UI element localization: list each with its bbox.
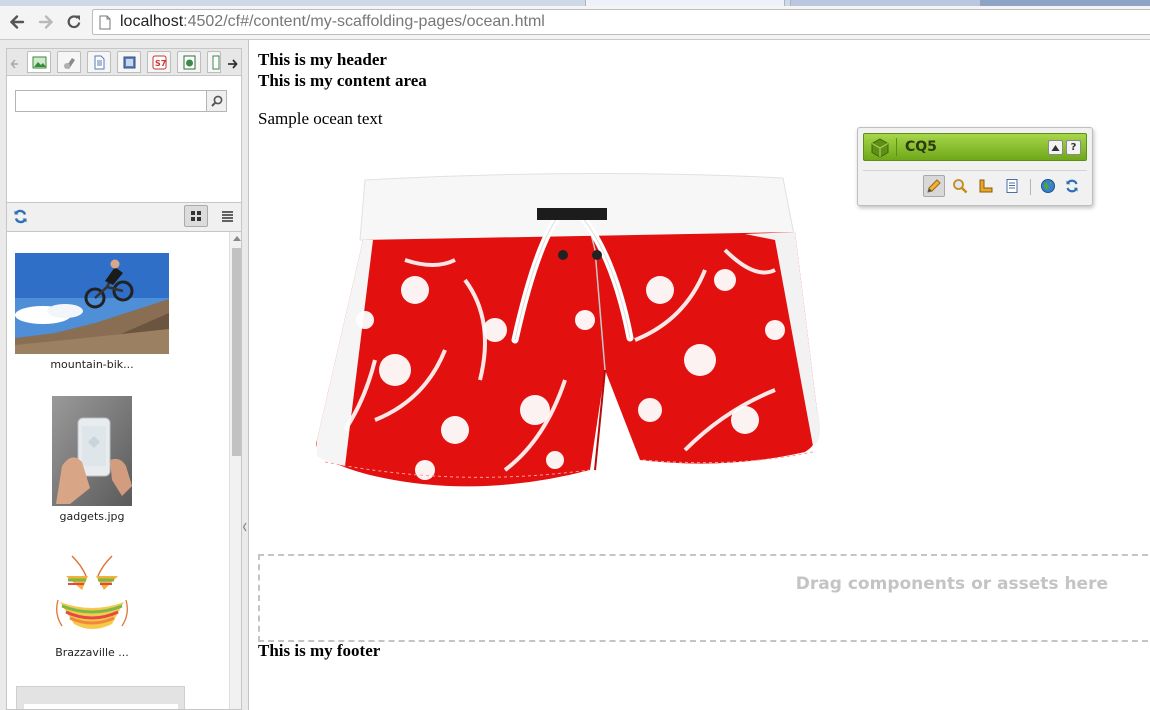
refresh-button[interactable]	[12, 208, 29, 229]
website-admin-button[interactable]	[1037, 175, 1059, 197]
gadgets-thumbnail	[52, 396, 132, 506]
search-icon	[210, 95, 222, 107]
asset-item[interactable]: gadgets.jpg	[7, 396, 177, 523]
url-text: localhost:4502/cf#/content/my-scaffoldin…	[120, 13, 545, 30]
board-shorts-thumbnail	[23, 704, 178, 709]
asset-list-scrollbar[interactable]	[229, 232, 241, 709]
sidekick-title: CQ5	[905, 139, 937, 155]
asset-caption: mountain-bik...	[50, 358, 134, 371]
ruler-icon	[979, 179, 993, 193]
address-bar[interactable]: localhost:4502/cf#/content/my-scaffoldin…	[92, 9, 1150, 35]
pages-icon	[183, 55, 196, 70]
header-divider	[896, 138, 897, 156]
asset-caption: gadgets.jpg	[59, 510, 125, 523]
film-icon	[123, 56, 136, 69]
page-properties-button[interactable]	[1001, 175, 1023, 197]
panel-collapse-handle[interactable]	[242, 518, 247, 532]
list-icon	[221, 211, 233, 222]
search-area	[6, 76, 242, 203]
arrow-right-icon	[228, 59, 238, 69]
grid-view-button[interactable]	[184, 205, 208, 227]
svg-text:S7: S7	[155, 59, 166, 68]
page-icon	[99, 15, 111, 30]
image-icon	[32, 56, 47, 69]
content-finder-panel: S7 mountain-bik... gadgets.jpg Brazzavil…	[0, 40, 249, 710]
view-toolbar	[6, 203, 242, 231]
reload-icon	[67, 15, 81, 29]
page-header: This is my header	[258, 50, 387, 69]
collapse-up-icon	[1051, 145, 1060, 151]
forward-arrow-icon	[38, 15, 54, 29]
asset-item[interactable]: mountain-bik...	[7, 253, 177, 371]
globe-icon	[1041, 179, 1055, 193]
collapse-arrow-icon	[242, 522, 247, 532]
sidekick-header[interactable]: CQ5 ?	[863, 133, 1087, 161]
grid-icon	[191, 211, 201, 221]
components-icon	[64, 58, 75, 69]
magnifier-icon	[953, 179, 968, 194]
design-mode-button[interactable]	[975, 175, 997, 197]
asset-item[interactable]: Brazzaville ...	[7, 552, 177, 659]
cq5-cube-icon	[871, 138, 889, 158]
tab-movies[interactable]	[117, 51, 141, 73]
mountain-bike-thumbnail	[15, 253, 169, 354]
tab-flash[interactable]: S7	[147, 51, 171, 73]
asset-item-selected[interactable]	[16, 686, 185, 709]
scrollbar-thumb[interactable]	[232, 248, 241, 456]
tab-more[interactable]	[207, 51, 221, 73]
back-arrow-icon	[9, 15, 25, 29]
content-area-heading: This is my content area	[258, 71, 427, 90]
page-footer: This is my footer	[258, 641, 381, 660]
scroll-tabs-left-button[interactable]	[10, 55, 20, 74]
document-icon	[94, 55, 105, 70]
board-shorts-image[interactable]	[305, 170, 870, 515]
browser-toolbar: localhost:4502/cf#/content/my-scaffoldin…	[0, 6, 1150, 40]
asset-caption: Brazzaville ...	[55, 646, 129, 659]
tab-pages[interactable]	[177, 51, 201, 73]
content-finder-tabs: S7	[6, 48, 242, 76]
cq5-sidekick[interactable]: CQ5 ?	[857, 127, 1093, 206]
page-properties-icon	[1006, 179, 1018, 193]
component-dropzone[interactable]: Drag components or assets here	[258, 554, 1150, 642]
collapse-button[interactable]	[1048, 140, 1063, 155]
page-icon	[212, 55, 220, 70]
flash-icon: S7	[152, 55, 167, 70]
edit-mode-button[interactable]	[923, 175, 945, 197]
refresh-icon	[1066, 179, 1078, 193]
arrow-left-icon	[10, 59, 18, 69]
ocean-text: Sample ocean text	[258, 109, 383, 128]
sidekick-toolbar	[863, 170, 1087, 200]
tab-components[interactable]	[57, 51, 81, 73]
pencil-icon	[927, 179, 941, 193]
tab-images[interactable]	[27, 51, 51, 73]
back-button[interactable]	[6, 11, 28, 33]
forward-button[interactable]	[35, 11, 57, 33]
preview-mode-button[interactable]	[949, 175, 971, 197]
help-button[interactable]: ?	[1066, 140, 1081, 155]
tab-documents[interactable]	[87, 51, 111, 73]
search-input[interactable]	[15, 90, 207, 112]
refresh-page-button[interactable]	[1061, 175, 1083, 197]
refresh-icon	[14, 209, 27, 224]
dropzone-hint: Drag components or assets here	[795, 574, 1108, 594]
reload-button[interactable]	[63, 11, 85, 33]
toolbar-separator	[1030, 179, 1031, 195]
list-view-button[interactable]	[215, 205, 239, 227]
scroll-tabs-right-button[interactable]	[226, 55, 238, 74]
search-button[interactable]	[207, 90, 227, 112]
bikini-thumbnail	[56, 555, 128, 629]
scroll-up-arrow[interactable]	[233, 236, 241, 241]
asset-list: mountain-bik... gadgets.jpg Brazzaville …	[6, 231, 242, 710]
